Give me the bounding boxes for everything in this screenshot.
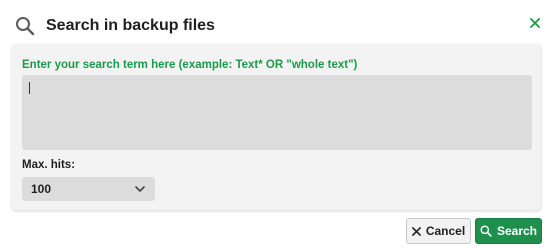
text-cursor	[29, 82, 30, 94]
dialog-header: Search in backup files	[14, 13, 542, 39]
search-term-label: Enter your search term here (example: Te…	[22, 59, 358, 71]
max-hits-value: 100	[31, 182, 52, 196]
search-backup-dialog: Search in backup files Enter your search…	[0, 0, 554, 251]
max-hits-select[interactable]: 100	[22, 177, 155, 201]
close-button[interactable]	[528, 16, 542, 30]
cancel-button[interactable]: Cancel	[406, 218, 471, 244]
search-button-label: Search	[496, 224, 538, 238]
close-icon	[530, 18, 540, 28]
search-icon	[14, 15, 36, 37]
search-term-input[interactable]	[22, 75, 532, 150]
dialog-title: Search in backup files	[46, 17, 215, 34]
chevron-down-icon	[135, 186, 145, 192]
search-button[interactable]: Search	[475, 218, 542, 244]
max-hits-label: Max. hits:	[22, 159, 76, 171]
search-icon	[480, 225, 492, 237]
close-icon	[411, 226, 421, 236]
search-panel: Enter your search term here (example: Te…	[12, 44, 541, 210]
cancel-button-label: Cancel	[425, 224, 466, 238]
